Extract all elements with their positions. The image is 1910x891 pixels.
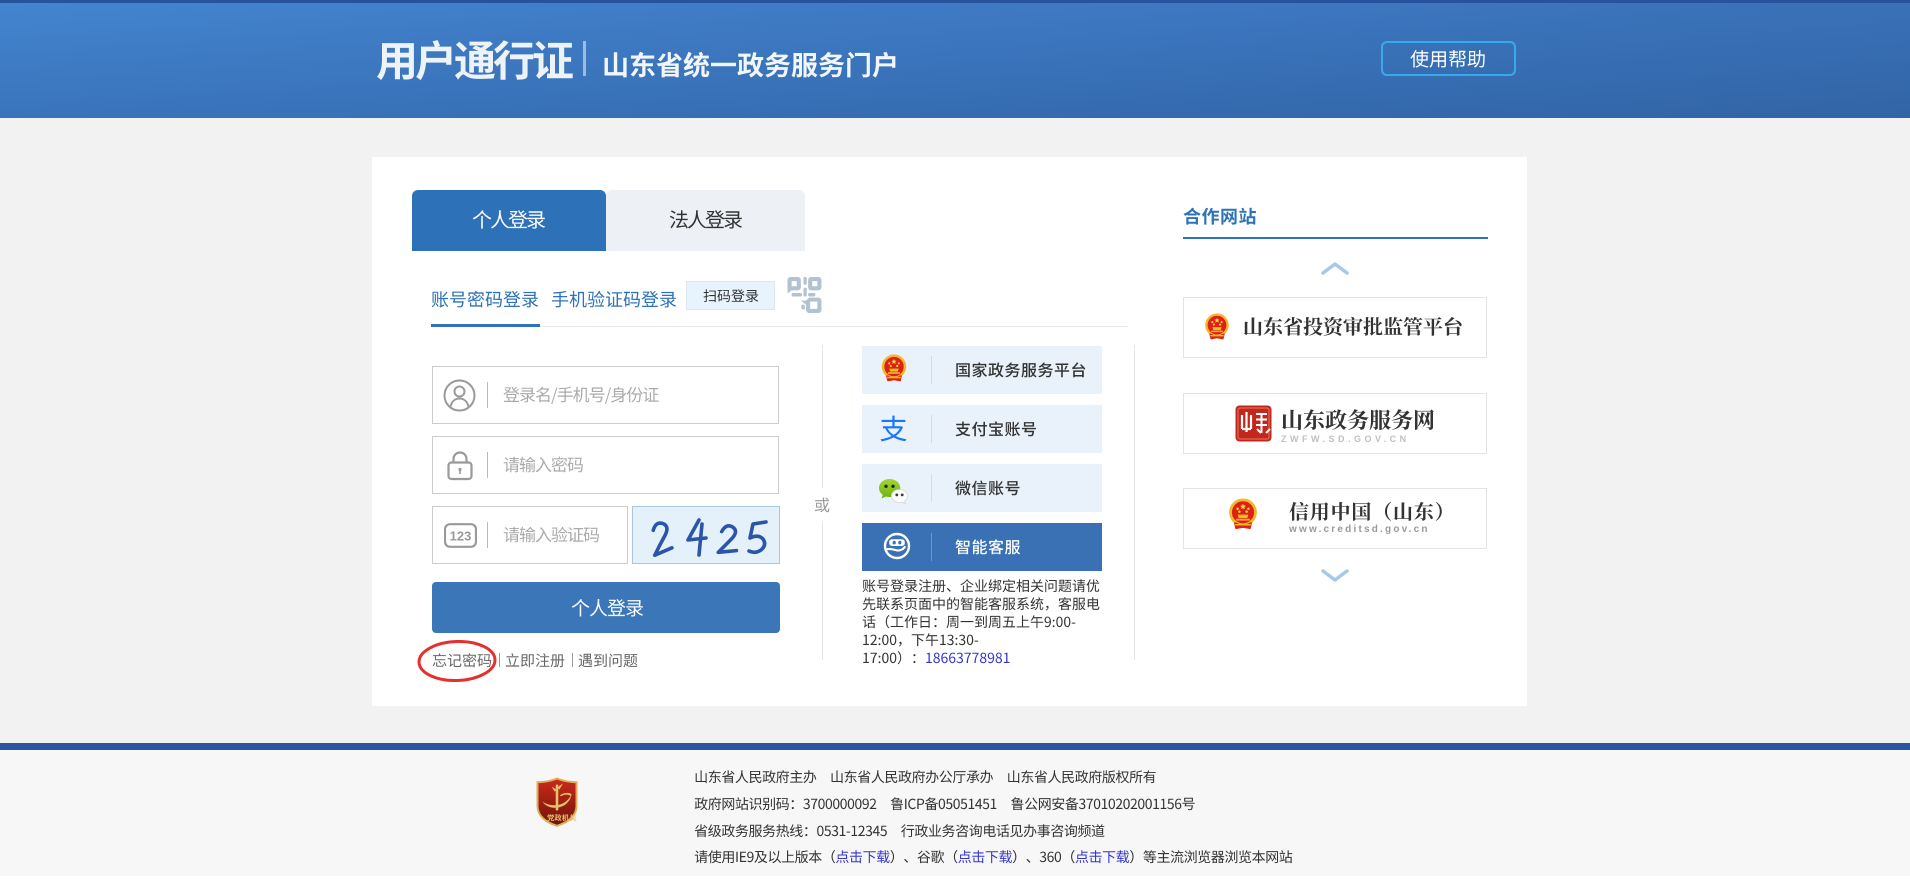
svg-text:123: 123 bbox=[450, 529, 472, 544]
